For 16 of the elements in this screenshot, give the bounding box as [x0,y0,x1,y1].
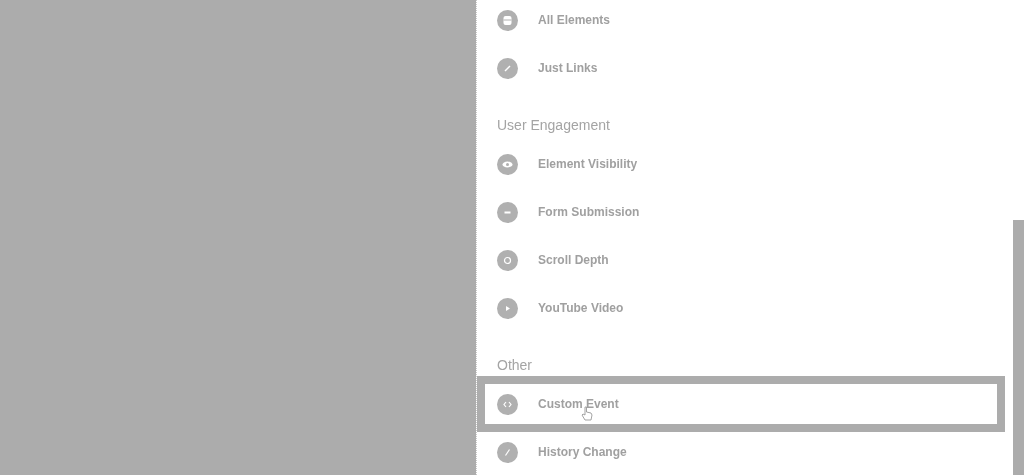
code-icon [497,393,518,415]
cursor-icon [581,406,593,421]
trigger-item[interactable]: Form Submission [477,188,1013,236]
eye-icon [497,153,518,175]
trigger-item[interactable]: Custom Event [477,376,1005,432]
target-icon [497,249,518,271]
element-icon [497,9,518,31]
play-icon [497,297,518,319]
trigger-item[interactable]: YouTube Video [477,284,1013,332]
form-icon [497,201,518,223]
trigger-item[interactable]: All Elements [477,0,1013,44]
section-heading: User Engagement [496,116,610,135]
trigger-item[interactable]: Scroll Depth [477,236,1013,284]
section-heading: Other [496,356,532,375]
trigger-item[interactable]: Element Visibility [477,140,1013,188]
trigger-item[interactable]: Just Links [477,44,1013,92]
